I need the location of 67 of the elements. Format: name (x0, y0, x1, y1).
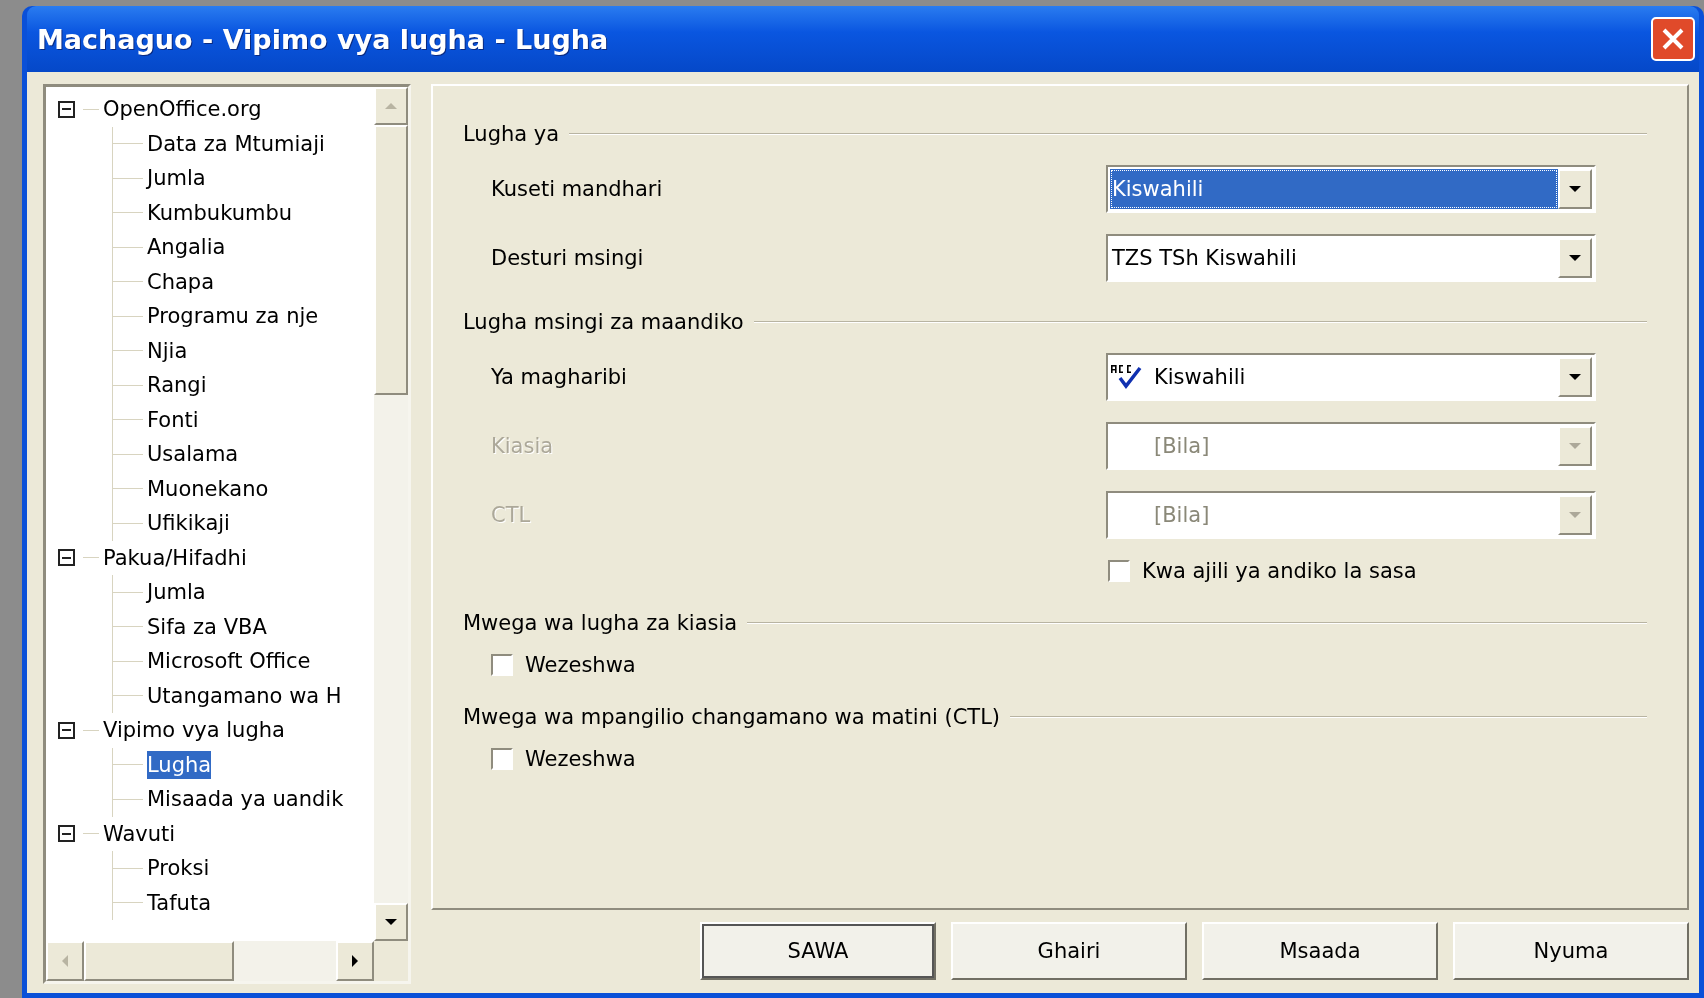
tree-item[interactable]: Jumla (147, 164, 206, 193)
dropdown-arrow-icon (1569, 185, 1581, 192)
scroll-thumb[interactable] (84, 941, 234, 981)
section-title: Mwega wa lugha za kiasia (463, 611, 738, 635)
dialog-button[interactable]: SAWA (700, 922, 936, 980)
tree-item[interactable]: Proksi (147, 854, 210, 883)
section-title: Lugha ya (463, 122, 560, 146)
tree-item[interactable]: Usalama (147, 440, 239, 469)
tree-item[interactable]: Programu za nje (147, 302, 319, 331)
tree-item[interactable]: Sifa za VBA (147, 612, 267, 641)
tree-item[interactable]: Angalia (147, 233, 226, 262)
tree-item[interactable]: Pakua/Hifadhi (103, 543, 247, 572)
tree-item[interactable]: Fonti (147, 405, 199, 434)
field-label: Ya magharibi (491, 364, 628, 389)
scroll-right-icon (352, 955, 358, 967)
close-button[interactable] (1651, 17, 1695, 61)
checkbox-label: Wezeshwa (525, 653, 636, 677)
dialog-button[interactable]: Msaada (1202, 922, 1438, 980)
dropdown-arrow-icon (1569, 373, 1581, 380)
section-title: Lugha msingi za maandiko (463, 310, 744, 334)
checkbox[interactable] (1108, 560, 1130, 582)
collapse-icon[interactable] (58, 825, 75, 843)
collapse-icon[interactable] (58, 100, 75, 118)
scroll-down-icon (385, 919, 397, 925)
checkbox[interactable] (491, 654, 513, 676)
tree-item[interactable]: Rangi (147, 371, 207, 400)
field-label: Kiasia (491, 433, 555, 458)
collapse-icon[interactable] (58, 549, 75, 567)
scroll-left-icon (62, 955, 68, 967)
dialog-button[interactable]: Ghairi (951, 922, 1187, 980)
checkbox[interactable] (491, 748, 513, 770)
tree-item[interactable]: Wavuti (103, 819, 176, 848)
field-label: Desturi msingi (491, 245, 645, 270)
section-title: Mwega wa mpangilio changamano wa matini (CTL) (463, 705, 1001, 729)
collapse-icon[interactable] (58, 721, 75, 739)
tree-item[interactable]: Microsoft Office (147, 647, 311, 676)
checkbox-label: Wezeshwa (525, 747, 636, 771)
dropdown[interactable]: Kiswahili (1106, 164, 1596, 213)
tree-item[interactable]: Ufikikaji (147, 509, 230, 538)
tree-item[interactable]: Misaada ya uandik (147, 785, 344, 814)
scrollbar-corner (374, 941, 408, 981)
dropdown-arrow-icon (1569, 511, 1581, 518)
tree-item[interactable]: Vipimo vya lugha (103, 716, 285, 745)
field-label: Kuseti mandhari (491, 176, 664, 201)
dropdown-arrow-icon (1569, 442, 1581, 449)
tree-item[interactable]: Data za Mtumiaji (147, 129, 325, 158)
tree-item[interactable]: Jumla (147, 578, 206, 607)
field-label: CTL (491, 502, 532, 527)
tree-item[interactable]: Muonekano (147, 474, 269, 503)
dropdown-arrow-icon (1569, 254, 1581, 261)
scroll-thumb[interactable] (374, 125, 408, 395)
tree-item[interactable]: Utangamano wa H (147, 681, 342, 710)
checkbox-label: Kwa ajili ya andiko la sasa (1142, 559, 1417, 583)
tree-item[interactable]: Kumbukumbu (147, 198, 293, 227)
window-title: Machaguo - Vipimo vya lugha - Lugha (37, 23, 609, 55)
tree-item[interactable]: Chapa (147, 267, 215, 296)
tree-item[interactable]: Lugha (147, 750, 212, 779)
tree-item[interactable]: Njia (147, 336, 188, 365)
scroll-up-icon (385, 103, 397, 109)
tree-item[interactable]: OpenOffice.org (103, 95, 262, 124)
tree-item[interactable]: Tafuta (147, 888, 212, 917)
dropdown[interactable]: Kiswahili (1106, 352, 1596, 401)
dropdown[interactable]: TZS TSh Kiswahili (1106, 233, 1596, 282)
dialog-button[interactable]: Nyuma (1453, 922, 1689, 980)
horizontal-scrollbar[interactable] (46, 941, 374, 981)
vertical-scrollbar[interactable] (374, 87, 408, 941)
close-icon (1660, 26, 1686, 52)
